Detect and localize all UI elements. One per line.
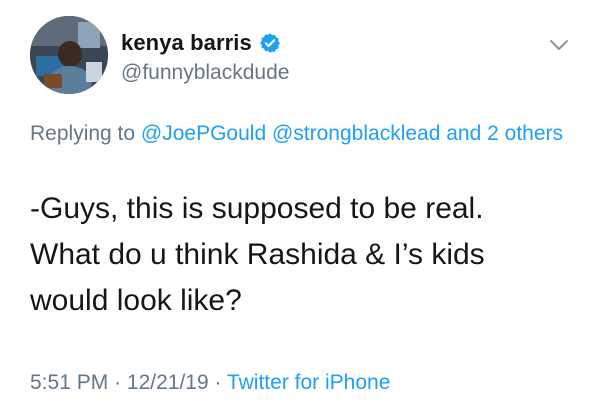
profile-photo-icon — [30, 16, 108, 94]
meta-separator: · — [114, 371, 122, 394]
mention-link-joepgould[interactable]: @JoePGould — [141, 122, 266, 145]
tweet-meta: 5:51 PM · 12/21/19 · Twitter for iPhone — [30, 371, 390, 395]
tweet-source-link[interactable]: Twitter for iPhone — [227, 371, 390, 394]
meta-separator: · — [214, 371, 222, 394]
tweet-text-line: What do u think Rashida & I’s kids — [30, 238, 485, 271]
avatar[interactable] — [30, 16, 108, 94]
author-display-name-row[interactable]: kenya barris — [121, 30, 281, 56]
author-display-name[interactable]: kenya barris — [121, 30, 252, 56]
reply-prefix: Replying to — [30, 122, 136, 145]
tweet-time[interactable]: 5:51 PM — [30, 371, 108, 394]
chevron-down-icon[interactable] — [549, 38, 569, 52]
tweet-card: kenya barris @funnyblackdude Replying to… — [0, 0, 595, 415]
verified-badge-icon — [259, 32, 281, 54]
mention-link-strongblacklead[interactable]: @strongblacklead — [272, 122, 440, 145]
tweet-text-line: would look like? — [30, 284, 242, 317]
and-others-connector[interactable]: and — [446, 122, 481, 145]
tweet-text: -Guys, this is supposed to be real. What… — [30, 186, 575, 324]
author-handle[interactable]: @funnyblackdude — [121, 61, 289, 85]
and-others-link[interactable]: 2 others — [487, 122, 563, 145]
reply-context: Replying to @JoePGould @strongblacklead … — [30, 118, 570, 150]
tweet-date[interactable]: 12/21/19 — [127, 371, 209, 394]
tweet-text-line: -Guys, this is supposed to be real. — [30, 192, 484, 225]
